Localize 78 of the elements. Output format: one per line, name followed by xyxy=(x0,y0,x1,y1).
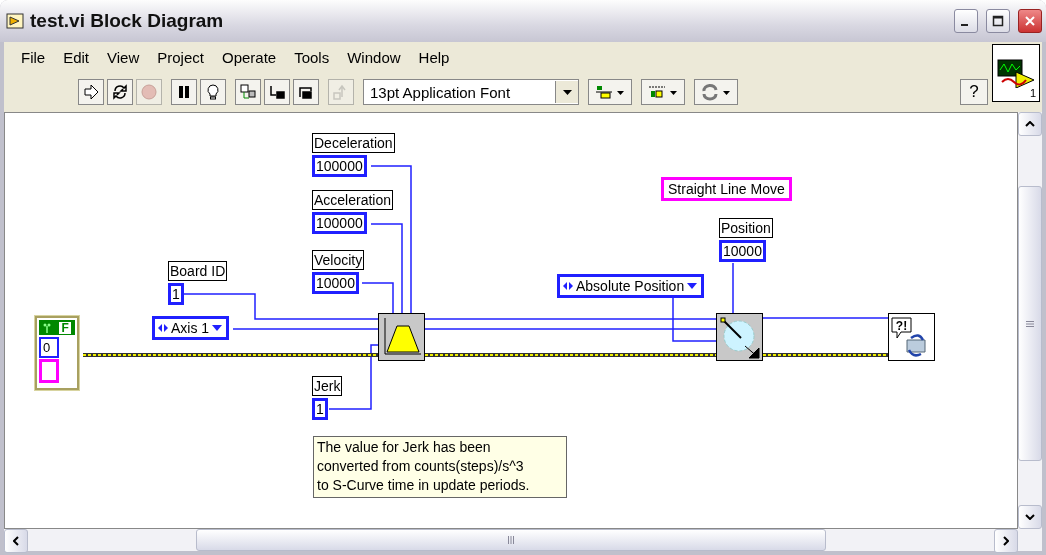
minimize-icon xyxy=(961,24,968,26)
constant-label: Deceleration xyxy=(312,133,395,153)
vi-icon-label: 1 xyxy=(1029,87,1036,99)
scroll-right-icon xyxy=(1003,536,1009,546)
numeric-constant[interactable]: 1 xyxy=(168,283,184,305)
diagram-comment: The value for Jerk has been converted from counts(steps)/s^3 to S-Curve time in update periods. xyxy=(313,436,567,498)
stop-icon xyxy=(140,83,158,101)
minimize-button[interactable] xyxy=(954,9,978,33)
menu-item[interactable]: Window xyxy=(338,48,410,66)
constant-label: Velocity xyxy=(312,250,365,270)
align-icon xyxy=(594,83,626,101)
string-constant[interactable]: Straight Line Move xyxy=(661,177,792,201)
align-objects-button[interactable] xyxy=(588,79,632,105)
constant-label: Board ID xyxy=(168,261,228,281)
numeric-constant[interactable]: 100000 xyxy=(312,155,367,177)
circular-arrows-icon xyxy=(700,83,732,101)
numeric-constant[interactable]: 100000 xyxy=(312,212,367,234)
menu-item[interactable]: Edit xyxy=(54,48,99,66)
increment-arrows-icon xyxy=(158,324,168,332)
constant-label: Acceleration xyxy=(312,190,394,210)
font-dropdown[interactable]: 13pt Application Font xyxy=(363,79,579,105)
grip-icon xyxy=(508,536,514,544)
error-handler-node[interactable]: ?! xyxy=(888,313,935,361)
numeric-constant[interactable]: 10000 xyxy=(312,272,359,294)
pause-button[interactable] xyxy=(171,79,197,105)
menu-item[interactable]: Project xyxy=(148,48,213,66)
menu-item[interactable]: Tools xyxy=(285,48,339,66)
scroll-left-icon xyxy=(13,536,19,546)
light-bulb-icon xyxy=(204,83,222,101)
step-over-button[interactable] xyxy=(293,79,319,105)
close-icon xyxy=(1024,15,1036,27)
highlight-button[interactable] xyxy=(200,79,226,105)
boolean-selector-icon xyxy=(43,322,52,333)
vi-icon xyxy=(6,13,24,29)
menu-item[interactable]: Help xyxy=(409,48,459,66)
motion-move-node[interactable] xyxy=(716,313,763,361)
maximize-button[interactable] xyxy=(986,9,1010,33)
window-title: test.vi Block Diagram xyxy=(30,10,224,32)
reorder-button[interactable] xyxy=(694,79,738,105)
scroll-down-icon xyxy=(1025,514,1035,520)
constant-label: Jerk xyxy=(312,376,343,396)
step-into-button[interactable] xyxy=(264,79,290,105)
menu-item[interactable]: View xyxy=(98,48,149,66)
vertical-scrollbar[interactable] xyxy=(1018,112,1042,529)
retain-button[interactable] xyxy=(235,79,261,105)
distribute-icon xyxy=(647,83,679,101)
scroll-up-icon xyxy=(1025,121,1035,127)
constant-label: Position xyxy=(719,218,773,238)
help-button[interactable]: ? xyxy=(960,79,988,105)
string-terminal xyxy=(39,359,59,383)
trajectory-node[interactable] xyxy=(378,313,425,361)
enum-constant[interactable]: Absolute Position xyxy=(557,274,705,298)
numeric-constant[interactable]: 10000 xyxy=(719,240,766,262)
menu-item[interactable]: Operate xyxy=(212,48,286,66)
case-selector[interactable]: F xyxy=(39,320,75,335)
step-into-icon xyxy=(268,83,286,101)
dropdown-arrow-icon xyxy=(687,283,698,289)
run-button[interactable] xyxy=(78,79,104,105)
menu-item[interactable]: File xyxy=(12,48,55,66)
probe-icon xyxy=(239,83,257,101)
horizontal-scrollbar[interactable] xyxy=(4,529,1042,551)
vi-connector-pane[interactable]: 1 xyxy=(992,44,1040,102)
increment-arrows-icon xyxy=(563,282,573,290)
numeric-constant[interactable]: 1 xyxy=(312,398,328,420)
enum-constant[interactable]: Axis 1 xyxy=(152,316,230,340)
enum-value: Absolute Position xyxy=(576,277,685,295)
case-index: 0 xyxy=(39,337,59,358)
run-continuously-button[interactable] xyxy=(107,79,133,105)
maximize-icon xyxy=(992,15,1004,27)
arrow-icon xyxy=(82,83,100,101)
distribute-objects-button[interactable] xyxy=(641,79,685,105)
grip-icon xyxy=(1026,320,1034,327)
graph-icon xyxy=(996,58,1036,88)
circular-arrows-icon xyxy=(111,83,129,101)
dropdown-arrow-icon xyxy=(562,89,572,95)
enum-value: Axis 1 xyxy=(171,319,210,337)
close-button[interactable] xyxy=(1018,9,1042,33)
dropdown-arrow-icon xyxy=(212,325,223,331)
